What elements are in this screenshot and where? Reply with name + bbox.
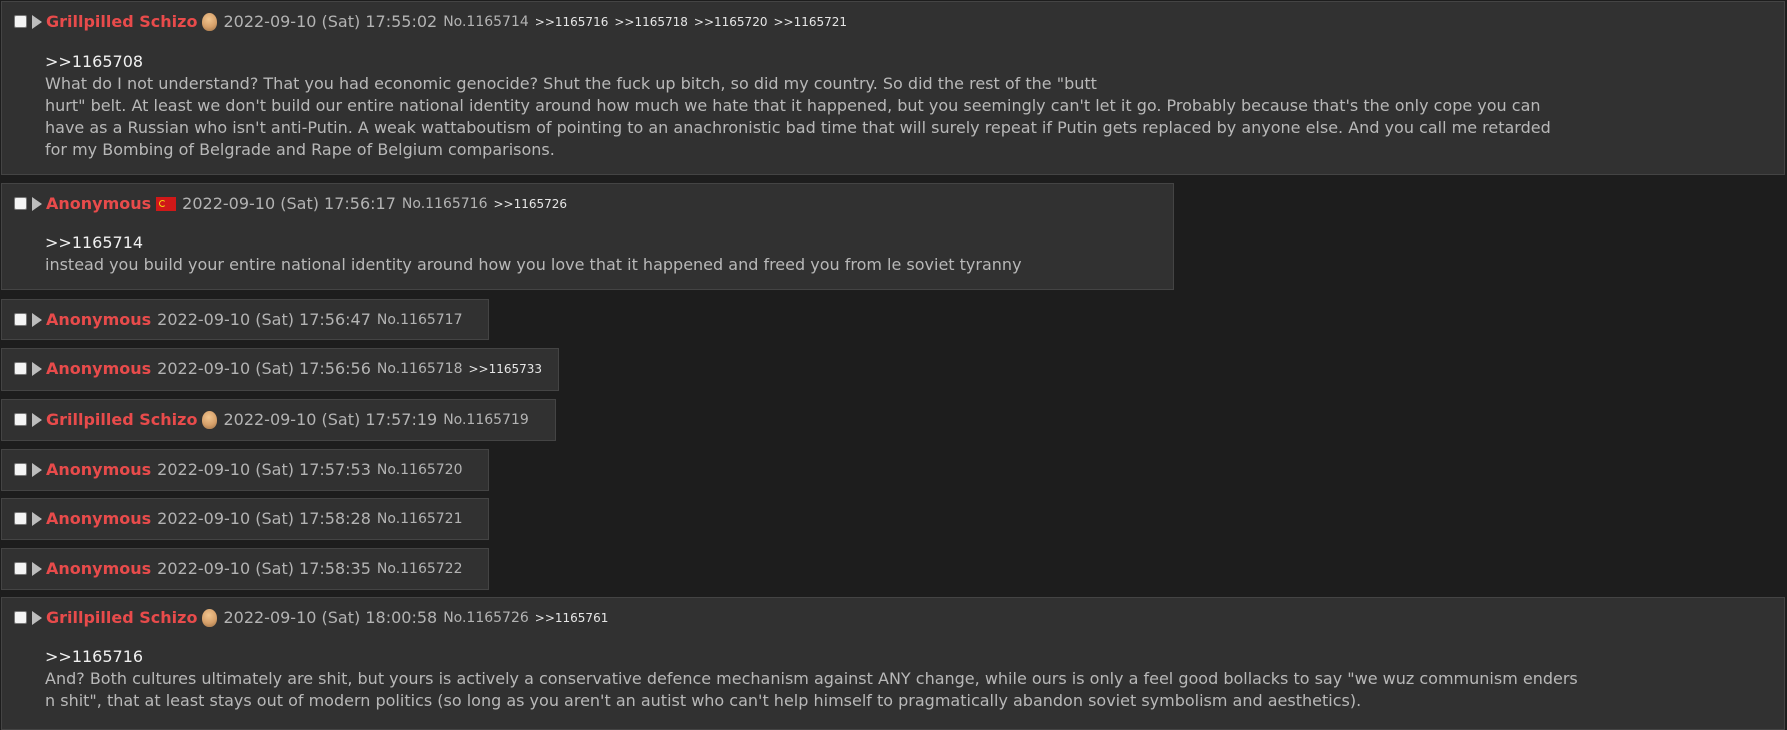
reply-links: >>1165761 [535,611,615,625]
post-number[interactable]: No.1165722 [377,561,463,577]
expand-arrow-icon[interactable] [32,462,42,477]
post-number[interactable]: No.1165719 [443,412,529,428]
post-header: Anonymous 2022-09-10 (Sat) 17:56:17 No.1… [14,194,573,213]
post-1165720: Anonymous 2022-09-10 (Sat) 17:57:53 No.1… [1,449,489,491]
body-line: n shit", that at least stays out of mode… [45,691,1362,710]
select-checkbox[interactable] [14,512,27,525]
post-body: >>1165714 instead you build your entire … [45,232,1022,276]
post-datetime: 2022-09-10 (Sat) 17:56:17 [182,194,396,213]
post-1165716: Anonymous 2022-09-10 (Sat) 17:56:17 No.1… [1,183,1174,290]
post-1165721: Anonymous 2022-09-10 (Sat) 17:58:28 No.1… [1,498,489,540]
expand-arrow-icon[interactable] [32,312,42,327]
post-number[interactable]: No.1165720 [377,462,463,478]
poster-name: Grillpilled Schizo [46,12,198,31]
poster-name: Anonymous [46,359,152,378]
post-header: Grillpilled Schizo 2022-09-10 (Sat) 17:5… [14,12,853,31]
quote-link[interactable]: >>1165716 [45,646,1578,668]
post-header: Anonymous 2022-09-10 (Sat) 17:56:56 No.1… [14,359,548,378]
reply-links: >>1165733 [469,362,549,376]
select-checkbox[interactable] [14,413,27,426]
post-number[interactable]: No.1165721 [377,511,463,527]
post-number[interactable]: No.1165717 [377,312,463,328]
post-1165714: Grillpilled Schizo 2022-09-10 (Sat) 17:5… [1,1,1785,175]
post-header: Anonymous 2022-09-10 (Sat) 17:58:35 No.1… [14,559,463,578]
reply-link[interactable]: >>1165721 [773,15,847,29]
expand-arrow-icon[interactable] [32,196,42,211]
poster-name: Anonymous [46,509,152,528]
select-checkbox[interactable] [14,362,27,375]
post-header: Anonymous 2022-09-10 (Sat) 17:58:28 No.1… [14,509,463,528]
post-1165719: Grillpilled Schizo 2022-09-10 (Sat) 17:5… [1,399,556,441]
post-header: Anonymous 2022-09-10 (Sat) 17:56:47 No.1… [14,310,463,329]
expand-arrow-icon[interactable] [32,511,42,526]
select-checkbox[interactable] [14,15,27,28]
expand-arrow-icon[interactable] [32,561,42,576]
post-body: >>1165716 And? Both cultures ultimately … [45,646,1578,712]
post-datetime: 2022-09-10 (Sat) 17:56:47 [157,310,371,329]
reply-links: >>1165716 >>1165718 >>1165720 >>1165721 [535,15,853,29]
expand-arrow-icon[interactable] [32,412,42,427]
reply-link[interactable]: >>1165726 [494,197,568,211]
body-line: hurt" belt. At least we don't build our … [45,96,1541,115]
poster-name: Grillpilled Schizo [46,410,198,429]
poster-name: Anonymous [46,559,152,578]
select-checkbox[interactable] [14,611,27,624]
expand-arrow-icon[interactable] [32,14,42,29]
body-line: What do I not understand? That you had e… [45,74,1097,93]
reply-link[interactable]: >>1165716 [535,15,609,29]
post-datetime: 2022-09-10 (Sat) 17:57:19 [223,410,438,429]
body-line: for my Bombing of Belgrade and Rape of B… [45,140,555,159]
reply-link[interactable]: >>1165761 [535,611,609,625]
select-checkbox[interactable] [14,463,27,476]
select-checkbox[interactable] [14,197,27,210]
body-line: instead you build your entire national i… [45,255,1022,274]
post-1165722: Anonymous 2022-09-10 (Sat) 17:58:35 No.1… [1,548,489,590]
post-datetime: 2022-09-10 (Sat) 17:55:02 [223,12,438,31]
post-header: Grillpilled Schizo 2022-09-10 (Sat) 18:0… [14,608,614,627]
quote-link[interactable]: >>1165714 [45,232,1022,254]
post-datetime: 2022-09-10 (Sat) 17:58:35 [157,559,371,578]
expand-arrow-icon[interactable] [32,361,42,376]
body-line: have as a Russian who isn't anti-Putin. … [45,118,1551,137]
post-1165718: Anonymous 2022-09-10 (Sat) 17:56:56 No.1… [1,348,559,391]
post-datetime: 2022-09-10 (Sat) 17:56:56 [157,359,371,378]
avatar-icon [202,12,218,31]
country-flag-icon [156,196,177,211]
reply-link[interactable]: >>1165720 [694,15,768,29]
select-checkbox[interactable] [14,313,27,326]
reply-links: >>1165726 [494,197,574,211]
post-1165717: Anonymous 2022-09-10 (Sat) 17:56:47 No.1… [1,299,489,340]
post-datetime: 2022-09-10 (Sat) 18:00:58 [223,608,438,627]
poster-name: Anonymous [46,194,152,213]
quote-link[interactable]: >>1165708 [45,51,1551,73]
post-number[interactable]: No.1165726 [443,610,529,626]
post-header: Grillpilled Schizo 2022-09-10 (Sat) 17:5… [14,410,529,429]
post-1165726: Grillpilled Schizo 2022-09-10 (Sat) 18:0… [1,597,1785,730]
poster-name: Anonymous [46,460,152,479]
post-number[interactable]: No.1165714 [443,14,529,30]
avatar-icon [202,410,218,429]
post-number[interactable]: No.1165718 [377,361,463,377]
select-checkbox[interactable] [14,562,27,575]
poster-name: Grillpilled Schizo [46,608,198,627]
post-datetime: 2022-09-10 (Sat) 17:58:28 [157,509,371,528]
avatar-icon [202,608,218,627]
body-line: And? Both cultures ultimately are shit, … [45,669,1578,688]
post-number[interactable]: No.1165716 [402,196,488,212]
expand-arrow-icon[interactable] [32,610,42,625]
reply-link[interactable]: >>1165718 [614,15,688,29]
reply-link[interactable]: >>1165733 [469,362,543,376]
post-body: >>1165708 What do I not understand? That… [45,51,1551,161]
post-header: Anonymous 2022-09-10 (Sat) 17:57:53 No.1… [14,460,463,479]
post-datetime: 2022-09-10 (Sat) 17:57:53 [157,460,371,479]
poster-name: Anonymous [46,310,152,329]
